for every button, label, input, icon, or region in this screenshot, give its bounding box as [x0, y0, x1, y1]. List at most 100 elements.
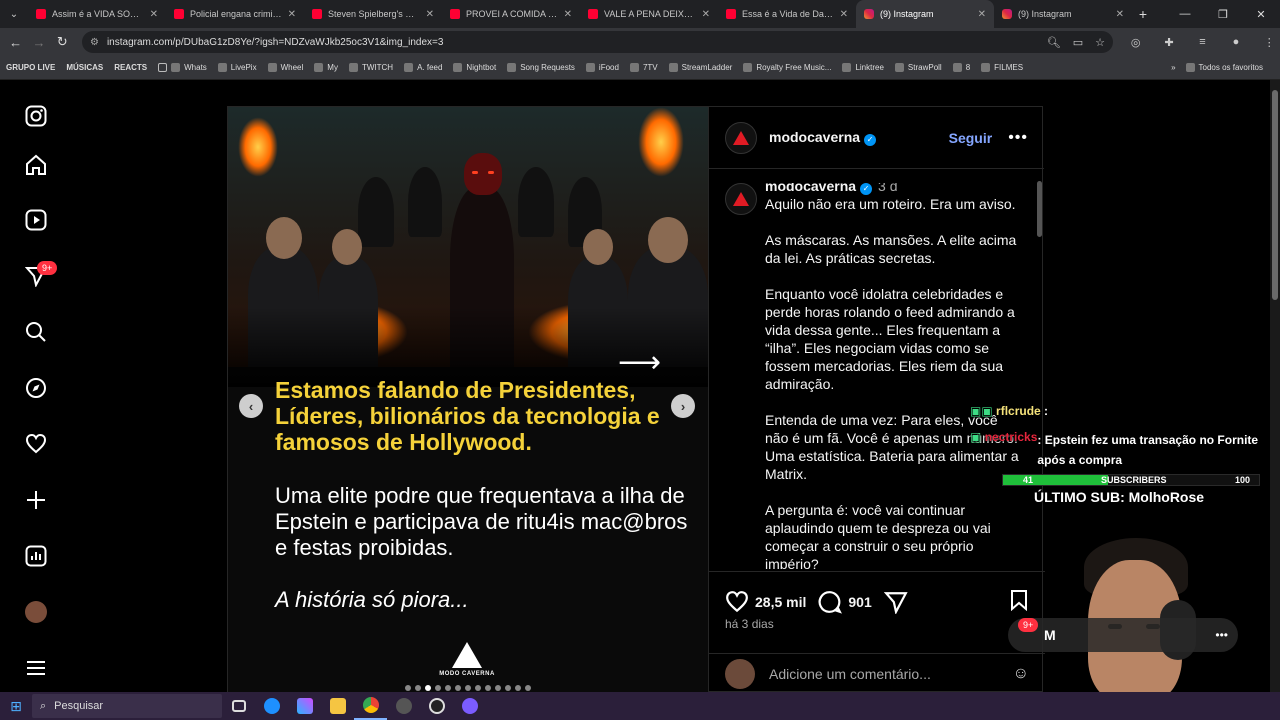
bookmark-item[interactable]: Nightbot [453, 63, 496, 72]
more-icon[interactable]: ••• [1215, 628, 1228, 642]
maximize-icon[interactable]: ❐ [1204, 0, 1242, 28]
profile-avatar-icon[interactable]: ● [1225, 36, 1246, 48]
extension-icon[interactable]: ◎ [1125, 36, 1146, 49]
bookmark-item[interactable]: StrawPoll [894, 63, 942, 72]
windows-start-icon[interactable]: ⊞ [0, 698, 32, 715]
comment-button[interactable]: 901 [818, 590, 872, 614]
youtube-icon [588, 9, 598, 19]
close-tab-icon[interactable]: ✕ [702, 9, 710, 20]
chrome-icon[interactable] [354, 692, 387, 720]
close-tab-icon[interactable]: ✕ [426, 9, 434, 20]
caption-scrollbar[interactable] [1037, 169, 1043, 571]
carousel-next-button[interactable]: › [671, 394, 695, 418]
media-controls-icon[interactable]: ≡ [1192, 36, 1213, 48]
bookmark-item[interactable]: Wheel [267, 63, 303, 72]
task-view-icon[interactable] [222, 692, 255, 720]
home-icon[interactable] [22, 151, 50, 179]
bookmark-item[interactable]: 7TV [629, 63, 658, 72]
all-bookmarks-folder[interactable]: Todos os favoritos [1185, 63, 1263, 72]
emoji-icon[interactable]: ☺ [1013, 665, 1029, 683]
new-tab-button[interactable]: + [1132, 6, 1154, 22]
forward-button[interactable]: → [27, 35, 50, 50]
author-username[interactable]: modocaverna ✓ [769, 129, 877, 146]
more-bookmarks-icon[interactable]: » [1171, 63, 1175, 72]
back-button[interactable]: ← [4, 35, 27, 50]
bookmark-item[interactable]: StreamLadder [668, 63, 732, 72]
browser-tab[interactable]: Essa é a Vida de Daniel V ✕ [718, 0, 856, 28]
bookmark-item[interactable]: Song Requests [507, 63, 575, 72]
tab-title: Policial engana criminoso [190, 9, 282, 19]
caption-avatar[interactable] [725, 183, 757, 215]
app-icon[interactable] [387, 692, 420, 720]
bookmark-item[interactable]: My [314, 63, 338, 72]
bookmark-item[interactable]: GRUPO LIVE [6, 63, 55, 72]
bookmark-item[interactable]: Royalty Free Music... [743, 63, 831, 72]
taskbar-search[interactable]: ⌕ Pesquisar [32, 694, 222, 718]
author-avatar[interactable] [725, 121, 757, 154]
search-icon[interactable] [22, 318, 50, 346]
close-tab-icon[interactable]: ✕ [564, 9, 572, 20]
browser-tab[interactable]: Steven Spielberg's DUEL (✕ [304, 0, 442, 28]
copilot-icon[interactable] [288, 692, 321, 720]
browser-tab[interactable]: (9) Instagram ✕ [856, 0, 994, 28]
browser-tab[interactable]: Assim é a VIDA SOMBRIA ✕ [28, 0, 166, 28]
carousel-dot [405, 685, 411, 691]
zoom-icon[interactable]: 🔍︎ [1047, 36, 1061, 49]
create-plus-icon[interactable] [22, 486, 50, 514]
obs-icon[interactable] [420, 692, 453, 720]
browser-tab[interactable]: Policial engana criminoso ✕ [166, 0, 304, 28]
bookmark-item[interactable]: iFood [585, 63, 619, 72]
follow-button[interactable]: Seguir [949, 130, 993, 146]
file-explorer-icon[interactable] [321, 692, 354, 720]
bookmark-item[interactable]: Whats [158, 63, 207, 72]
bookmark-item[interactable]: FILMES [981, 63, 1023, 72]
bookmark-item[interactable]: MÚSICAS [66, 63, 103, 72]
close-tab-icon[interactable]: ✕ [978, 9, 986, 20]
close-tab-icon[interactable]: ✕ [840, 9, 848, 20]
browser-menu-icon[interactable]: ⋮ [1259, 36, 1280, 49]
bookmark-item[interactable]: A. feed [404, 63, 442, 72]
carousel-prev-button[interactable]: ‹ [239, 394, 263, 418]
notifications-heart-icon[interactable] [22, 430, 50, 458]
browser-tab[interactable]: (9) Instagram ✕ [994, 0, 1132, 28]
caption-username[interactable]: modocaverna [765, 183, 856, 194]
all-bookmarks-label: Todos os favoritos [1198, 63, 1263, 72]
reels-icon[interactable] [22, 206, 50, 234]
browser-tab[interactable]: VALE A PENA DEIXAR SU ✕ [580, 0, 718, 28]
close-tab-icon[interactable]: ✕ [1116, 9, 1124, 20]
close-tab-icon[interactable]: ✕ [150, 9, 158, 20]
bookmark-item[interactable]: 8 [952, 63, 970, 72]
explore-compass-icon[interactable] [22, 374, 50, 402]
tab-search-dropdown[interactable]: ⌄ [0, 9, 28, 20]
bookmark-item[interactable]: REACTS [114, 63, 147, 72]
more-menu-icon[interactable] [22, 654, 50, 682]
post-media[interactable]: ⟶ Estamos falando de Presidentes, Lídere… [228, 107, 708, 693]
bookmark-favicon-icon [453, 63, 463, 72]
bookmark-item[interactable]: LivePix [217, 63, 257, 72]
edge-icon[interactable] [255, 692, 288, 720]
reload-button[interactable]: ↻ [51, 34, 74, 50]
like-button[interactable]: 28,5 mil [725, 590, 806, 614]
carousel-dot [425, 685, 431, 691]
scrollbar-thumb[interactable] [1272, 90, 1278, 300]
share-button[interactable] [883, 590, 908, 614]
comment-input[interactable]: Adicione um comentário... [769, 666, 931, 682]
url-field[interactable]: ⚙ instagram.com/p/DUbaG1zD8Ye/?igsh=NDZv… [81, 31, 1114, 53]
close-tab-icon[interactable]: ✕ [288, 9, 296, 20]
close-window-icon[interactable]: ✕ [1242, 0, 1280, 28]
dashboard-chart-icon[interactable] [22, 542, 50, 570]
bookmark-item[interactable]: Linktree [842, 63, 884, 72]
site-info-icon[interactable]: ⚙ [90, 37, 99, 48]
cast-icon[interactable]: ▭ [1073, 36, 1083, 49]
browser-tab[interactable]: PROVEI A COMIDA DA M ✕ [442, 0, 580, 28]
messages-pill[interactable]: 9+ M ••• [1008, 618, 1238, 652]
streaming-app-icon[interactable] [453, 692, 486, 720]
profile-avatar[interactable] [22, 598, 50, 626]
minimize-icon[interactable]: — [1166, 0, 1204, 28]
post-options-icon[interactable]: ••• [1008, 129, 1028, 147]
instagram-logo-icon[interactable] [22, 102, 50, 130]
extensions-puzzle-icon[interactable]: ✚ [1158, 36, 1179, 49]
save-bookmark-icon[interactable] [1009, 589, 1029, 614]
bookmark-star-icon[interactable]: ☆ [1095, 36, 1105, 49]
bookmark-item[interactable]: TWITCH [348, 63, 393, 72]
